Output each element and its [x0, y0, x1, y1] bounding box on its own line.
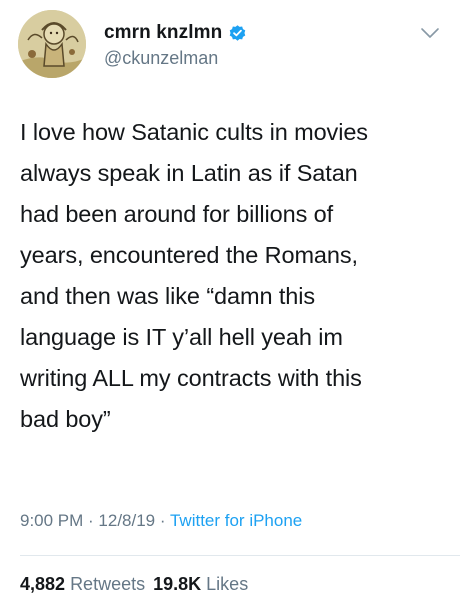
retweets-count: 4,882 [20, 574, 66, 594]
tweet-text: I love how Satanic cults in movies alway… [20, 119, 368, 432]
display-name[interactable]: cmrn knzlmn [104, 22, 222, 44]
tweet-card: cmrn knzlmn @ckunzelman I love how Satan… [0, 0, 460, 614]
tweet-date[interactable]: 12/8/19 [98, 511, 155, 530]
divider [20, 555, 460, 556]
tweet-time[interactable]: 9:00 PM [20, 511, 83, 530]
author-handle[interactable]: @ckunzelman [104, 48, 218, 69]
likes-label: Likes [206, 574, 249, 594]
retweets-stat[interactable]: 4,882 Retweets [20, 574, 145, 594]
likes-count: 19.8K [153, 574, 202, 594]
tweet-stats: 4,882 Retweets 19.8K Likes [20, 574, 248, 595]
meta-separator: · [83, 511, 99, 530]
verified-badge-icon [228, 24, 247, 43]
likes-stat[interactable]: 19.8K Likes [153, 574, 248, 594]
avatar-illustration-icon [18, 10, 86, 78]
avatar[interactable] [18, 10, 86, 78]
chevron-down-icon[interactable] [420, 26, 440, 40]
retweets-label: Retweets [70, 574, 146, 594]
tweet-source-link[interactable]: Twitter for iPhone [170, 511, 302, 530]
meta-separator: · [155, 511, 170, 530]
tweet-metadata: 9:00 PM · 12/8/19 · Twitter for iPhone [20, 511, 302, 531]
author-name-row[interactable]: cmrn knzlmn [104, 22, 247, 44]
